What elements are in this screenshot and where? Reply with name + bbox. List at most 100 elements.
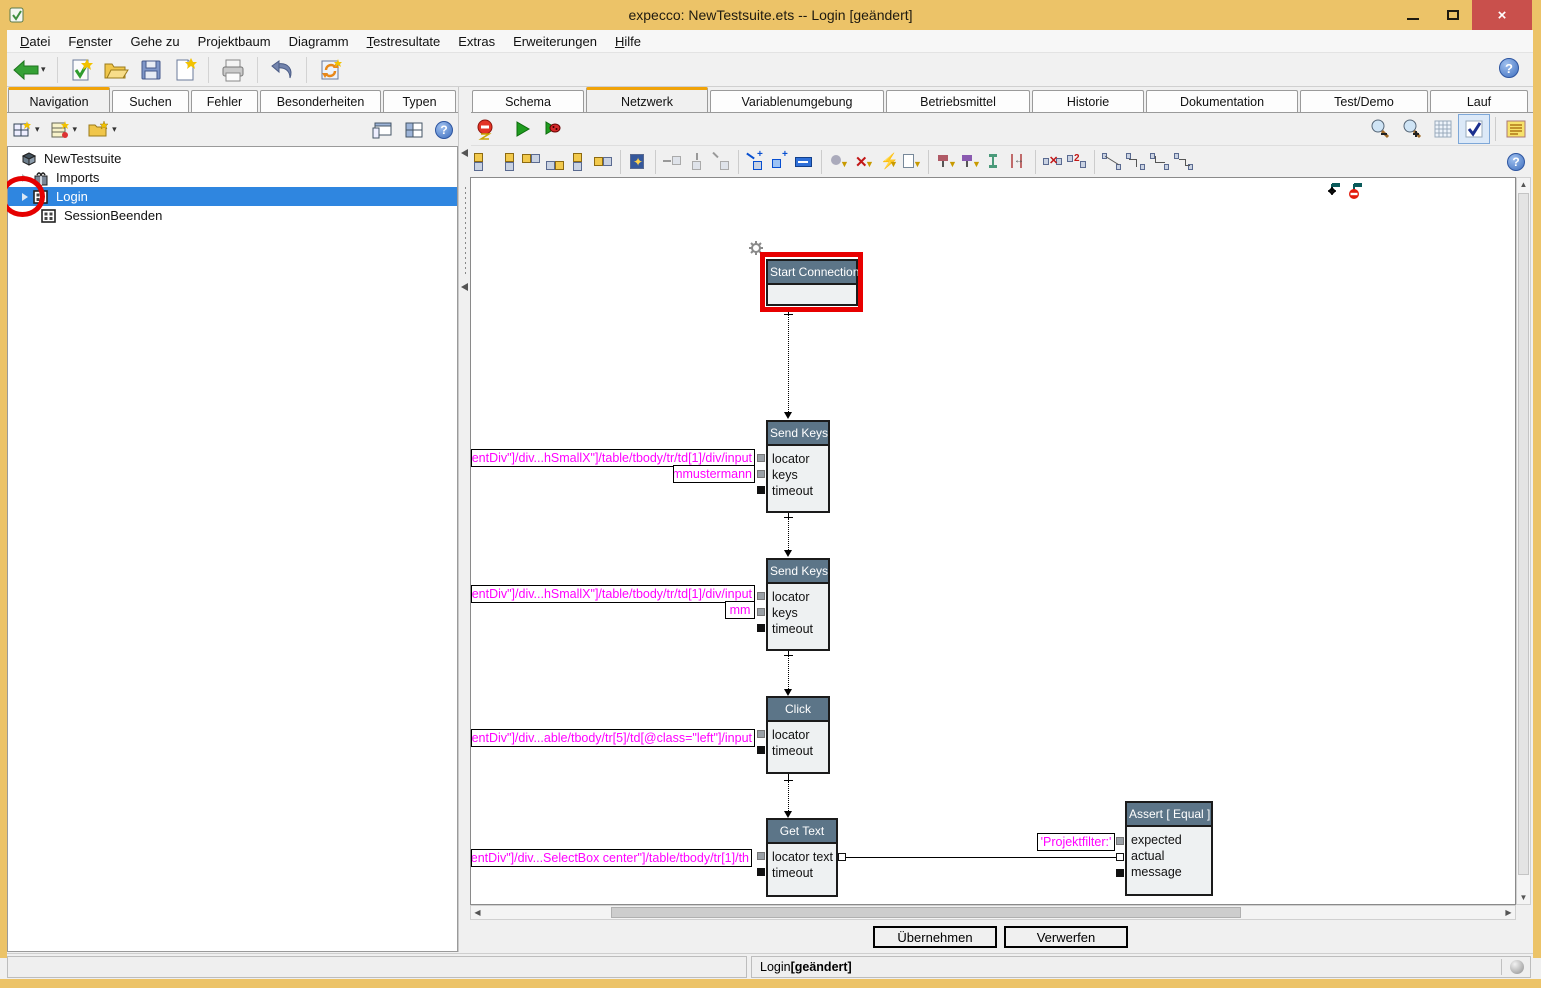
node-send-keys-1[interactable]: Send Keys locator keys timeout: [766, 420, 830, 513]
pin-timeout[interactable]: timeout: [772, 743, 828, 759]
pin-timeout[interactable]: timeout: [772, 483, 828, 499]
dropdown-icon[interactable]: ▾: [35, 124, 40, 135]
value-label-locator[interactable]: ntentDiv"]/div...hSmallX"]/table/tbody/t…: [471, 585, 755, 603]
pin-connector[interactable]: [1116, 869, 1124, 877]
pin-disable-icon[interactable]: [1345, 182, 1363, 200]
pin-connector[interactable]: [757, 592, 765, 600]
tab-typen[interactable]: Typen: [383, 90, 456, 113]
menu-hilfe[interactable]: Hilfe: [606, 32, 650, 51]
reload-button[interactable]: [313, 55, 349, 85]
tab-netzwerk[interactable]: Netzwerk: [586, 87, 708, 113]
tree-item-sessionbeenden[interactable]: SessionBeenden: [8, 206, 457, 225]
tree-help-button[interactable]: ?: [430, 115, 458, 145]
pin-connector[interactable]: [757, 608, 765, 616]
pin-connector[interactable]: [757, 730, 765, 738]
tab-besonderheiten[interactable]: Besonderheiten: [260, 90, 381, 113]
conn-style-diag-icon[interactable]: [1124, 151, 1148, 173]
align-left-icon[interactable]: [471, 151, 495, 173]
tab-suchen[interactable]: Suchen: [112, 90, 189, 113]
back-dropdown-icon[interactable]: ▾: [41, 64, 46, 75]
float-window-button[interactable]: [366, 115, 398, 145]
insert-into-icon[interactable]: [709, 151, 733, 173]
accept-button[interactable]: [64, 55, 98, 85]
pin-locator[interactable]: locator: [772, 727, 828, 743]
edit-help-button[interactable]: ?: [1507, 153, 1525, 171]
resize-connector-icon[interactable]: ↔: [1006, 151, 1030, 173]
open-button[interactable]: [98, 55, 134, 85]
step-breakpoint-icon[interactable]: ⚡▼: [875, 151, 899, 173]
pin-connector[interactable]: [757, 746, 765, 754]
value-label-locator[interactable]: ntentDiv"]/div...SelectBox center"]/tabl…: [471, 849, 752, 867]
node-start-connection[interactable]: Start Connection: [766, 259, 858, 306]
run-button[interactable]: [509, 114, 537, 144]
step-doc-icon[interactable]: ▼: [899, 151, 923, 173]
align-right-icon[interactable]: [495, 151, 519, 173]
menu-testresultate[interactable]: Testresultate: [358, 32, 450, 51]
conn-style-ortho1-icon[interactable]: [1148, 151, 1172, 173]
tab-variablenumgebung[interactable]: Variablenumgebung: [710, 90, 884, 113]
pin-actual[interactable]: actual: [1131, 848, 1211, 864]
pin-connector[interactable]: [757, 624, 765, 632]
pin-keys[interactable]: keys: [772, 467, 828, 483]
menu-gehe-zu[interactable]: Gehe zu: [121, 32, 188, 51]
insert-before-icon[interactable]: [661, 151, 685, 173]
snap-toggle-button[interactable]: [1458, 114, 1490, 144]
tab-lauf[interactable]: Lauf: [1430, 90, 1528, 113]
pin-message[interactable]: message: [1131, 864, 1211, 880]
data-connection-line[interactable]: [843, 857, 1119, 858]
scroll-up-icon[interactable]: ▲: [1517, 178, 1530, 191]
tab-navigation[interactable]: Navigation: [8, 87, 110, 113]
pin-locator[interactable]: locator: [772, 849, 810, 865]
step-settings-icon[interactable]: ▼: [827, 151, 851, 173]
collapse-left-icon[interactable]: [461, 149, 468, 157]
canvas-horizontal-scrollbar[interactable]: ◀ ▶: [470, 905, 1516, 920]
node-send-keys-2[interactable]: Send Keys locator keys timeout: [766, 558, 830, 651]
discard-button[interactable]: Verwerfen: [1004, 926, 1128, 948]
tree-item-newtestsuite[interactable]: NewTestsuite: [8, 149, 457, 168]
edit-pins-icon[interactable]: [792, 151, 816, 173]
connection-line[interactable]: [788, 781, 789, 811]
tree-item-login[interactable]: Login: [8, 187, 457, 206]
tab-fehler[interactable]: Fehler: [191, 90, 258, 113]
menu-extras[interactable]: Extras: [449, 32, 504, 51]
vertical-connector-icon[interactable]: [982, 151, 1006, 173]
split-view-button[interactable]: [398, 115, 430, 145]
pin-connector[interactable]: [757, 470, 765, 478]
node-click[interactable]: Click locator timeout: [766, 696, 830, 774]
expander-icon[interactable]: [22, 193, 28, 201]
undo-button[interactable]: [264, 55, 300, 85]
add-output-pin-icon[interactable]: +: [768, 151, 792, 173]
pin-connector[interactable]: [757, 454, 765, 462]
new-button[interactable]: [168, 55, 202, 85]
title-bar[interactable]: expecco: NewTestsuite.ets -- Login [geän…: [0, 0, 1541, 30]
collapse-left-icon[interactable]: [461, 283, 468, 291]
scroll-down-icon[interactable]: ▼: [1517, 891, 1530, 904]
stop-button[interactable]: [471, 114, 501, 144]
add-end-pin-icon[interactable]: ▼: [958, 151, 982, 173]
pin-connector[interactable]: [757, 486, 765, 494]
connection-line[interactable]: [788, 315, 789, 412]
canvas-vertical-scrollbar[interactable]: ▲ ▼: [1516, 177, 1531, 905]
expander-icon[interactable]: [22, 174, 28, 182]
print-button[interactable]: [215, 55, 251, 85]
align-vcenter-icon[interactable]: [591, 151, 615, 173]
pin-locator[interactable]: locator: [772, 451, 828, 467]
project-tree[interactable]: NewTestsuite Imports Login: [7, 146, 458, 952]
value-label-keys[interactable]: mm: [725, 601, 755, 619]
tree-item-imports[interactable]: Imports: [8, 168, 457, 187]
dropdown-icon[interactable]: ▾: [73, 124, 78, 135]
minimize-button[interactable]: [1396, 0, 1430, 30]
horizontal-scroll-thumb[interactable]: [611, 907, 1241, 918]
node-assert-equal[interactable]: Assert [ Equal ] expected actual message: [1125, 801, 1213, 896]
new-item-menu-button[interactable]: ▾: [45, 115, 83, 145]
align-top-icon[interactable]: [519, 151, 543, 173]
apply-button[interactable]: Übernehmen: [873, 926, 997, 948]
outline-button[interactable]: [1501, 114, 1531, 144]
help-button[interactable]: ?: [1499, 58, 1519, 78]
value-label-locator[interactable]: ntentDiv"]/div...able/tbody/tr[5]/td[@cl…: [471, 729, 755, 747]
network-diagram-canvas[interactable]: Start Connection Send Keys locator keys …: [470, 177, 1516, 905]
save-button[interactable]: [134, 55, 168, 85]
maximize-button[interactable]: [1436, 0, 1470, 30]
pin-move-icon[interactable]: [1323, 182, 1341, 200]
grid-toggle-button[interactable]: [1428, 114, 1458, 144]
